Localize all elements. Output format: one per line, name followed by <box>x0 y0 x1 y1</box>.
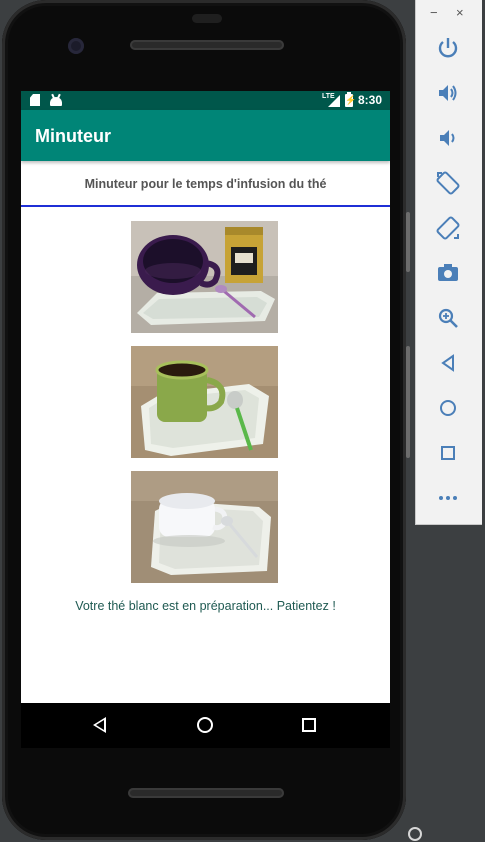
camera-icon[interactable] <box>432 257 464 289</box>
divider <box>21 205 390 207</box>
earpiece-speaker <box>130 40 284 50</box>
volume-side-button[interactable] <box>406 212 410 272</box>
back-icon[interactable] <box>93 717 106 733</box>
home-icon[interactable] <box>432 392 464 424</box>
bottom-speaker <box>128 788 284 798</box>
page-subtitle: Minuteur pour le temps d'infusion du thé <box>84 177 327 191</box>
app-screen: LTE 8:30 Minuteur Minuteur pour le temps… <box>21 91 390 703</box>
status-bar: LTE 8:30 <box>21 91 390 110</box>
zoom-icon[interactable] <box>432 302 464 334</box>
tea-cup-purple-image <box>131 221 278 333</box>
recents-icon[interactable] <box>302 718 316 732</box>
android-icon <box>50 93 62 106</box>
tea-cup-white-image <box>131 471 278 583</box>
rotate-left-icon[interactable] <box>432 167 464 199</box>
tea-cup-green-image <box>131 346 278 458</box>
power-icon[interactable] <box>432 32 464 64</box>
emulator-toolbar: − × <box>415 0 482 525</box>
status-message: Votre thé blanc est en préparation... Pa… <box>75 599 336 613</box>
loading-icon <box>408 827 422 841</box>
front-camera <box>68 38 84 54</box>
more-icon[interactable] <box>432 482 464 514</box>
battery-icon <box>344 91 353 107</box>
sd-card-icon <box>30 94 40 106</box>
minimize-button[interactable]: − <box>430 5 438 20</box>
status-time: 8:30 <box>357 93 382 107</box>
volume-down-icon[interactable] <box>432 122 464 154</box>
app-bar: Minuteur <box>21 110 390 161</box>
navigation-bar <box>21 703 390 748</box>
home-icon[interactable] <box>197 717 213 733</box>
close-button[interactable]: × <box>456 5 464 20</box>
rotate-right-icon[interactable] <box>432 212 464 244</box>
sensor <box>192 14 222 23</box>
back-icon[interactable] <box>432 347 464 379</box>
power-side-button[interactable] <box>406 346 410 458</box>
overview-icon[interactable] <box>432 437 464 469</box>
window-controls: − × <box>416 0 482 26</box>
signal-icon: LTE <box>322 93 340 107</box>
app-title: Minuteur <box>35 126 111 146</box>
volume-up-icon[interactable] <box>432 77 464 109</box>
